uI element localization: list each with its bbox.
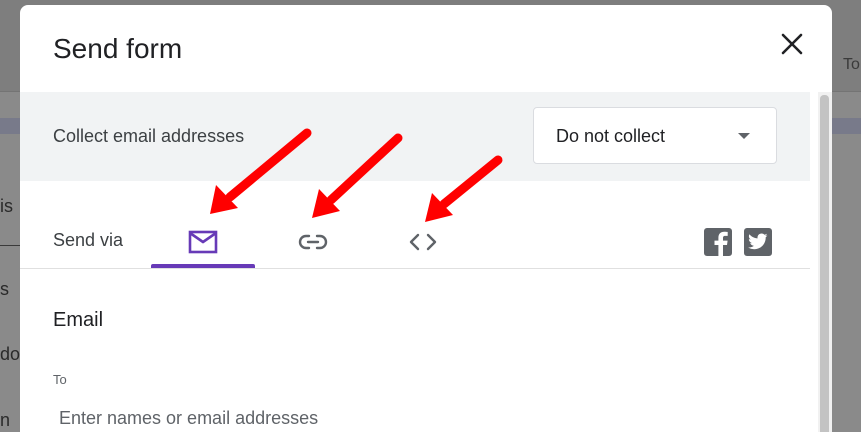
tab-send-email[interactable] xyxy=(151,215,255,269)
collect-email-dropdown[interactable]: Do not collect xyxy=(533,107,777,164)
email-icon xyxy=(188,230,218,254)
background-divider xyxy=(0,245,20,246)
tab-send-link[interactable] xyxy=(261,215,365,269)
background-text-fragment: is xyxy=(0,196,13,216)
send-form-dialog: Send form Collect email addresses Do not… xyxy=(20,5,832,432)
dialog-title: Send form xyxy=(53,33,183,64)
tab-embed-html[interactable] xyxy=(371,215,475,269)
close-icon xyxy=(781,33,803,55)
scrollbar-thumb[interactable] xyxy=(820,95,829,432)
embed-code-icon xyxy=(409,233,437,251)
send-via-label: Send via xyxy=(53,230,124,250)
dropdown-selected-value: Do not collect xyxy=(556,126,666,146)
twitter-icon xyxy=(748,233,768,250)
share-twitter-button[interactable] xyxy=(744,228,772,256)
dropdown-arrow-icon xyxy=(738,133,750,139)
collect-email-row: Collect email addresses Do not collect xyxy=(20,92,810,181)
background-text-fragment: s xyxy=(0,279,9,299)
to-recipients-input[interactable] xyxy=(53,403,793,432)
background-text-fragment: n xyxy=(0,410,11,430)
share-facebook-button[interactable] xyxy=(704,228,732,256)
facebook-icon xyxy=(714,231,728,256)
tabs-divider xyxy=(20,268,810,269)
close-button[interactable] xyxy=(777,29,807,59)
email-section-heading: Email xyxy=(53,309,104,331)
background-text-right: To xyxy=(843,56,860,73)
to-field-label: To xyxy=(53,372,67,387)
collect-email-label: Collect email addresses xyxy=(53,126,245,146)
background-text-fragment: do xyxy=(0,344,21,364)
link-icon xyxy=(298,234,328,250)
